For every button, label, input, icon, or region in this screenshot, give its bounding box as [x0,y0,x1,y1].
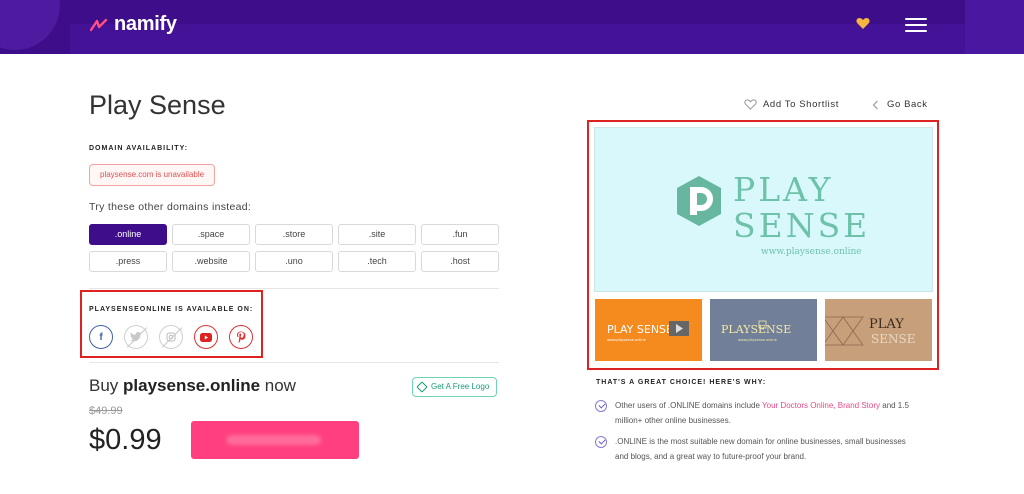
buy-domain-heading: Buy playsense.online now [89,376,296,396]
tag-icon [416,381,428,393]
header-decoration [965,0,1024,54]
svg-text:PLAY: PLAY [869,317,904,332]
tld-option-fun[interactable]: .fun [421,224,499,245]
logo-variant-gray-art: PLAYSENSE www.playsense.online [721,320,791,342]
heart-outline-icon [744,99,757,110]
logo-variant-tan[interactable]: PLAY SENSE [825,299,932,361]
buy-now-button[interactable] [191,421,359,459]
svg-text:SENSE: SENSE [871,332,915,346]
tld-option-store[interactable]: .store [255,224,333,245]
reason-text: .ONLINE is the most suitable new domain … [615,437,906,461]
get-free-logo-label: Get A Free Logo [431,382,490,391]
main-logo-preview[interactable]: PLAY SENSE www.playsense.online [594,127,933,292]
youtube-icon[interactable] [194,325,218,349]
unavailable-badge: playsense.com is unavailable [89,164,216,186]
svg-text:PLAY: PLAY [733,170,833,209]
logo-variant-orange-art: PLAY SENSE www.playsense.online [607,321,689,342]
tld-option-uno[interactable]: .uno [255,251,333,272]
svg-text:PLAYSENSE: PLAYSENSE [721,323,791,336]
chevron-left-icon [872,100,878,109]
logo-variant-tan-art: PLAY SENSE [825,316,915,346]
buy-prefix: Buy [89,376,119,395]
divider [89,362,499,363]
great-choice-heading: THAT'S A GREAT CHOICE! HERE'S WHY: [596,379,767,386]
domain-availability-label: DOMAIN AVAILABILITY: [89,145,189,152]
old-price: $49.99 [89,405,123,417]
svg-text:www.playsense.online: www.playsense.online [738,338,777,342]
page-title: Play Sense [89,90,226,120]
add-to-shortlist-label: Add To Shortlist [763,99,839,110]
header-decoration [70,24,970,54]
tld-option-website[interactable]: .website [172,251,250,272]
tld-option-online[interactable]: .online [89,224,167,245]
reason-bullet-1: Other users of .ONLINE domains include Y… [595,398,915,428]
check-circle-icon [595,436,607,448]
brand-name: namify [114,13,177,35]
try-other-domains-text: Try these other domains instead: [89,201,252,213]
reason-text: Other users of .ONLINE domains include [615,401,763,410]
namify-logo[interactable]: namify [90,13,177,36]
namify-logo-icon [90,18,108,31]
facebook-icon[interactable]: f [89,325,113,349]
get-free-logo-button[interactable]: Get A Free Logo [412,377,498,397]
tld-option-tech[interactable]: .tech [338,251,416,272]
buy-domain-name: playsense.online [123,376,261,395]
play-sense-logo: PLAY SENSE www.playsense.online [677,170,870,257]
tld-option-press[interactable]: .press [89,251,167,272]
add-to-shortlist-link[interactable]: Add To Shortlist [744,99,839,110]
logo-variant-gray[interactable]: PLAYSENSE www.playsense.online [710,299,817,361]
tld-option-space[interactable]: .space [172,224,250,245]
svg-text:SENSE: SENSE [733,206,870,245]
svg-text:PLAY SENSE: PLAY SENSE [607,323,673,336]
blurred-button-label [226,435,321,445]
divider [89,288,499,289]
current-price: $0.99 [89,424,162,456]
example-domains-link[interactable]: Your Doctors Online, Brand Story [762,401,880,410]
tld-option-host[interactable]: .host [421,251,499,272]
tld-option-site[interactable]: .site [338,224,416,245]
go-back-link[interactable]: Go Back [872,99,928,110]
hamburger-menu-icon[interactable] [905,18,927,34]
heart-icon[interactable] [856,17,870,30]
tld-options: .online .space .store .site .fun .press … [89,224,499,272]
header-decoration [0,0,60,50]
social-availability-label: PLAYSENSEONLINE IS AVAILABLE ON: [89,306,254,313]
go-back-label: Go Back [887,99,928,110]
twitter-icon[interactable] [124,325,148,349]
social-icons-row: f [89,325,264,349]
buy-suffix: now [264,376,296,395]
top-header: namify [0,0,1024,54]
logo-variant-orange[interactable]: PLAY SENSE www.playsense.online [595,299,702,361]
check-circle-icon [595,400,607,412]
instagram-icon[interactable] [159,325,183,349]
svg-text:www.playsense.online: www.playsense.online [607,338,646,342]
reason-bullet-2: .ONLINE is the most suitable new domain … [595,434,915,464]
svg-text:www.playsense.online: www.playsense.online [761,247,862,257]
pinterest-icon[interactable] [229,325,253,349]
